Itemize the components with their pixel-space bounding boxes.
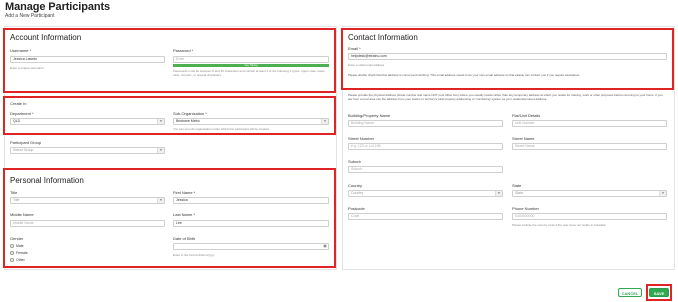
gender-label: Gender	[10, 236, 24, 241]
postcode-input[interactable]: Code	[348, 213, 503, 220]
department-value: QLD	[13, 119, 21, 123]
dob-input[interactable]: ▦	[173, 243, 329, 250]
middlename-input[interactable]: Middle Name	[10, 220, 165, 227]
lastname-label: Last Name *	[173, 212, 196, 217]
building-label: Building/Property Name	[348, 113, 391, 118]
postcode-label: Postcode	[348, 206, 365, 211]
lastname-input[interactable]: Lee	[173, 220, 329, 227]
suborg-hint: You can set sub-organisation under which…	[173, 127, 269, 131]
department-label: Department *	[10, 111, 34, 116]
phone-input[interactable]: 0400000000	[512, 213, 667, 220]
cancel-button[interactable]: CANCEL	[618, 288, 642, 297]
page-title: Manage Participants	[5, 1, 111, 13]
password-input[interactable]: Enter	[173, 56, 329, 63]
suburb-input[interactable]: Suburb	[348, 166, 503, 173]
password-label: Password *	[173, 48, 194, 53]
middlename-label: Middle Name	[10, 212, 34, 217]
email-note: Please double check that this address is…	[348, 73, 581, 77]
username-hint: Enter a unique username	[10, 66, 44, 70]
save-button[interactable]: SAVE	[649, 288, 669, 297]
street-name-label: Street Name	[512, 136, 535, 141]
title-placeholder: Title	[13, 198, 20, 202]
email-hint: Enter a valid email address	[348, 63, 385, 67]
country-select[interactable]: Country ▼	[348, 190, 503, 197]
gender-option-male[interactable]: Male	[10, 244, 24, 248]
gender-option-label: Other	[16, 258, 25, 262]
country-placeholder: Country	[351, 191, 364, 195]
dob-label: Date of Birth	[173, 236, 196, 241]
group-placeholder: Select Group	[13, 148, 34, 152]
address-note: Please provide the physical address (str…	[348, 93, 663, 101]
title-select[interactable]: Title ▼	[10, 197, 165, 204]
gender-option-other[interactable]: Other	[10, 258, 25, 262]
personal-section-title: Personal Information	[10, 176, 84, 185]
chevron-down-icon: ▼	[659, 191, 666, 196]
state-select[interactable]: State ▼	[512, 190, 667, 197]
gender-option-female[interactable]: Female	[10, 251, 28, 255]
firstname-input[interactable]: Jessica	[173, 197, 329, 204]
chevron-down-icon: ▼	[157, 119, 164, 124]
account-section-title: Account Information	[10, 33, 82, 42]
radio-button[interactable]	[10, 251, 14, 255]
chevron-down-icon: ▼	[495, 191, 502, 196]
flat-input[interactable]: Unit Number	[512, 120, 667, 127]
suborg-value: Brisbane Metro	[176, 119, 200, 123]
street-number-label: Street Number	[348, 136, 375, 141]
create-in-title: Create In	[10, 101, 27, 106]
building-input[interactable]: Building Name	[348, 120, 503, 127]
group-label: Participant Group	[10, 140, 42, 145]
suborg-select[interactable]: Brisbane Metro ▼	[173, 118, 329, 125]
username-label: Username *	[10, 48, 32, 53]
calendar-icon[interactable]: ▦	[322, 244, 328, 249]
password-strength-bar: Very Strong	[173, 64, 329, 67]
password-hint: Passwords must be between 8 and 30 chara…	[173, 69, 325, 77]
dob-hint: Enter in the format dd/mm/yyyy	[173, 253, 215, 257]
group-select[interactable]: Select Group ▼	[10, 147, 165, 154]
gender-option-label: Male	[16, 244, 24, 248]
street-name-input[interactable]: Street Name	[512, 143, 667, 150]
phone-label: Phone Number	[512, 206, 539, 211]
firstname-label: First Name *	[173, 190, 196, 195]
suborg-label: Sub-Organization *	[173, 111, 207, 116]
phone-hint: Please include the country code if the u…	[512, 223, 606, 227]
email-label: Email *	[348, 46, 361, 51]
email-input[interactable]: helpdesk@etrainu.com	[348, 53, 667, 60]
flat-label: Flat/Unit Details	[512, 113, 541, 118]
radio-button[interactable]	[10, 244, 14, 248]
chevron-down-icon: ▼	[157, 148, 164, 153]
suburb-label: Suburb	[348, 159, 361, 164]
state-label: State	[512, 183, 522, 188]
state-placeholder: State	[515, 191, 524, 195]
department-select[interactable]: QLD ▼	[10, 118, 165, 125]
username-input[interactable]: Jessica Lawetu	[10, 56, 165, 63]
contact-section-title: Contact Information	[348, 33, 418, 42]
title-label: Title	[10, 190, 18, 195]
chevron-down-icon: ▼	[321, 119, 328, 124]
radio-button[interactable]	[10, 258, 14, 262]
page-subtitle: Add a New Participant	[5, 13, 55, 19]
street-number-input[interactable]: e.g. 123 or Lot 198	[348, 143, 503, 150]
country-label: Country	[348, 183, 363, 188]
chevron-down-icon: ▼	[157, 198, 164, 203]
gender-option-label: Female	[16, 251, 28, 255]
